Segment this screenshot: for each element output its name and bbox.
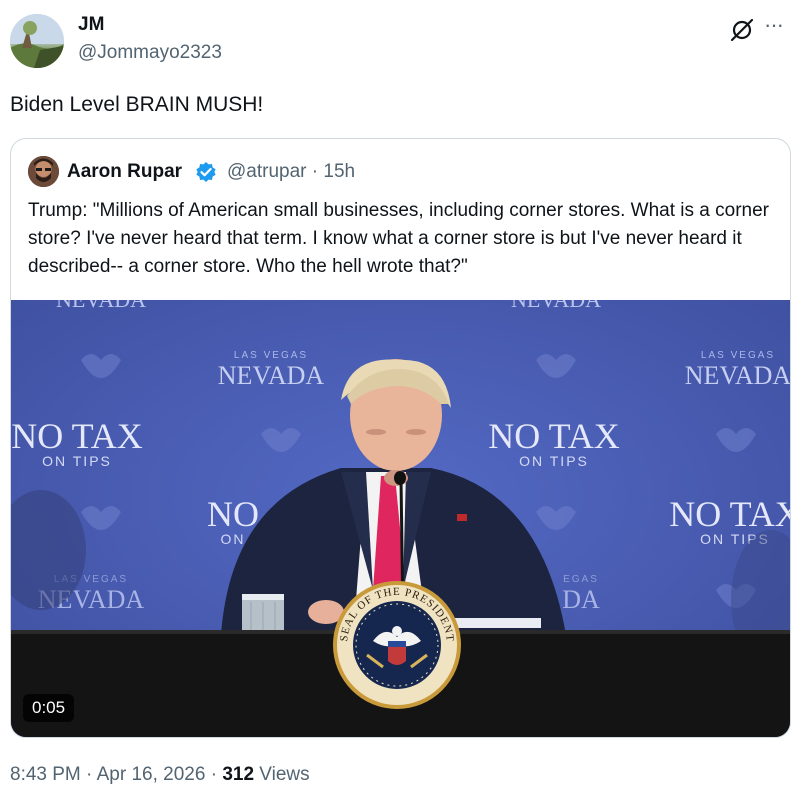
quoted-author-name[interactable]: Aaron Rupar	[67, 161, 182, 183]
quoted-handle-time[interactable]: @atrupar · 15h	[227, 161, 355, 183]
author-handle[interactable]: @Jommayo2323	[78, 42, 222, 64]
backdrop-no-tax-1: NO TAX	[11, 416, 142, 456]
views-label[interactable]: Views	[259, 764, 309, 785]
backdrop-nevada-top-left: NEVADA	[56, 300, 146, 312]
post-time[interactable]: 8:43 PM	[10, 764, 81, 785]
presidential-seal: SEAL OF THE PRESIDENT OF THE UNITED STAT…	[333, 581, 461, 709]
grok-icon[interactable]	[729, 17, 755, 43]
post-date[interactable]: Apr 16, 2026	[97, 764, 206, 785]
views-count[interactable]: 312	[222, 764, 254, 785]
backdrop-no-tax-3: NO TAX	[669, 494, 790, 534]
backdrop-on-partial: ON	[221, 531, 246, 547]
backdrop-nevada-top-center: NEVADA	[511, 300, 601, 312]
backdrop-egas-partial: EGAS	[563, 574, 599, 585]
separator-dot: ·	[86, 764, 93, 785]
quoted-author-handle[interactable]: @atrupar	[227, 161, 307, 182]
author-avatar[interactable]	[10, 14, 64, 68]
backdrop-da-partial: DA	[562, 585, 600, 614]
video-duration: 0:05	[23, 694, 75, 722]
backdrop-las-vegas-2: LAS VEGAS	[701, 350, 775, 361]
separator-dot: ·	[311, 161, 319, 182]
backdrop-no-tax-2: NO TAX	[488, 416, 619, 456]
separator-dot: ·	[210, 764, 218, 785]
backdrop-on-tips-2: ON TIPS	[519, 453, 589, 469]
backdrop-nevada-1: NEVADA	[218, 361, 325, 390]
quoted-timestamp[interactable]: 15h	[323, 161, 355, 182]
backdrop-las-vegas-1: LAS VEGAS	[234, 350, 308, 361]
video-player[interactable]: NEVADA NEVADA LAS VEGAS NEVADA LAS VEGAS…	[11, 300, 790, 737]
backdrop-nevada-2: NEVADA	[685, 361, 790, 390]
quoted-tweet-text: Trump: "Millions of American small busin…	[28, 200, 769, 277]
quoted-tweet-card[interactable]: Aaron Rupar @atrupar · 15h Trump: "Milli…	[10, 138, 791, 738]
tweet-text: Biden Level BRAIN MUSH!	[10, 93, 264, 116]
tweet-metadata: 8:43 PM · Apr 16, 2026 · 312 Views	[10, 764, 310, 786]
quoted-author-avatar[interactable]	[28, 156, 59, 187]
backdrop-on-tips-1: ON TIPS	[42, 453, 112, 469]
author-name[interactable]: JM	[78, 14, 104, 36]
backdrop-no-partial: NO	[207, 494, 259, 534]
more-options-icon[interactable]: ···	[764, 12, 784, 38]
verified-badge-icon	[195, 161, 217, 183]
video-frame[interactable]: NEVADA NEVADA LAS VEGAS NEVADA LAS VEGAS…	[11, 300, 790, 737]
